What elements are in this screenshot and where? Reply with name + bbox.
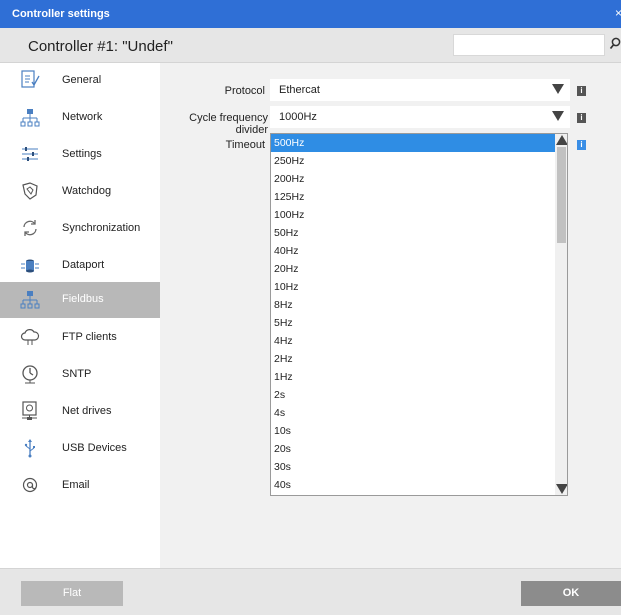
sidebar-item-settings[interactable]: Settings	[0, 137, 160, 173]
sidebar-item-label: Network	[62, 111, 103, 123]
sidebar-item-fieldbus[interactable]: Fieldbus	[0, 282, 160, 318]
sidebar-item-label: Synchronization	[62, 222, 141, 234]
ok-button[interactable]: OK	[521, 581, 621, 606]
fieldbus-icon	[20, 289, 40, 309]
sidebar-item-label: Fieldbus	[62, 293, 104, 305]
flat-button[interactable]: Flat	[21, 581, 123, 606]
sidebar-item-label: USB Devices	[62, 442, 127, 454]
protocol-value: Ethercat	[279, 84, 320, 96]
dropdown-option[interactable]: 8Hz	[271, 296, 555, 314]
settings-sidebar: General Network Settings Watchdog Synchr…	[0, 63, 160, 568]
scroll-down-arrow-icon[interactable]	[556, 484, 567, 494]
watchdog-icon	[20, 181, 40, 201]
controller-title: Controller #1: "Undef"	[28, 38, 173, 55]
sidebar-item-usb-devices[interactable]: USB Devices	[0, 431, 160, 467]
cycle-frequency-info-icon[interactable]: i	[577, 113, 586, 123]
timeout-label: Timeout	[225, 139, 265, 151]
dropdown-option[interactable]: 20Hz	[271, 260, 555, 278]
title-bar: Controller settings ×	[0, 0, 621, 28]
sidebar-item-label: Net drives	[62, 405, 112, 417]
document-check-icon	[20, 70, 40, 90]
timeout-info-icon[interactable]: i	[577, 140, 586, 150]
sidebar-item-watchdog[interactable]: Watchdog	[0, 174, 160, 210]
dropdown-option[interactable]: 4Hz	[271, 332, 555, 350]
usb-icon	[20, 438, 40, 458]
dropdown-option[interactable]: 20s	[271, 440, 555, 458]
dropdown-option[interactable]: 100Hz	[271, 206, 555, 224]
sliders-icon	[20, 144, 40, 164]
search-icon[interactable]	[609, 36, 621, 52]
dropdown-option[interactable]: 10Hz	[271, 278, 555, 296]
sidebar-item-synchronization[interactable]: Synchronization	[0, 211, 160, 247]
network-icon	[20, 107, 40, 127]
dialog-footer: Flat OK	[0, 568, 621, 615]
sidebar-item-email[interactable]: Email	[0, 468, 160, 504]
dropdown-option[interactable]: 200Hz	[271, 170, 555, 188]
window-title: Controller settings	[12, 8, 110, 20]
dropdown-option[interactable]: 10s	[271, 422, 555, 440]
protocol-select[interactable]: Ethercat	[270, 79, 570, 101]
sidebar-item-sntp[interactable]: SNTP	[0, 357, 160, 393]
dropdown-option[interactable]: 500Hz	[271, 134, 555, 152]
cycle-frequency-value: 1000Hz	[279, 111, 317, 123]
cycle-frequency-dropdown-list[interactable]: 500Hz 250Hz 200Hz 125Hz 100Hz 50Hz 40Hz …	[270, 133, 568, 496]
scroll-up-arrow-icon[interactable]	[556, 135, 567, 145]
sidebar-item-dataport[interactable]: Dataport	[0, 248, 160, 284]
chevron-down-icon[interactable]	[552, 84, 564, 94]
dropdown-option[interactable]: 30s	[271, 458, 555, 476]
dropdown-option[interactable]: 40Hz	[271, 242, 555, 260]
dropdown-scrollbar-thumb[interactable]	[557, 147, 566, 243]
ftp-cloud-icon	[20, 327, 40, 347]
sidebar-item-net-drives[interactable]: Net drives	[0, 394, 160, 430]
sidebar-item-label: FTP clients	[62, 331, 117, 343]
chevron-down-icon[interactable]	[552, 111, 564, 121]
dropdown-option[interactable]: 4s	[271, 404, 555, 422]
dropdown-option[interactable]: 2s	[271, 386, 555, 404]
sidebar-item-label: Watchdog	[62, 185, 112, 197]
dropdown-option[interactable]: 40s	[271, 476, 555, 494]
protocol-label: Protocol	[224, 85, 265, 97]
dropdown-option[interactable]: 2Hz	[271, 350, 555, 368]
sidebar-item-label: Email	[62, 479, 90, 491]
sidebar-item-ftp-clients[interactable]: FTP clients	[0, 320, 160, 356]
sidebar-item-label: General	[62, 74, 102, 86]
dropdown-option[interactable]: 50Hz	[271, 224, 555, 242]
sidebar-item-label: SNTP	[62, 368, 92, 380]
close-icon[interactable]: ×	[615, 6, 621, 20]
sidebar-item-label: Settings	[62, 148, 102, 160]
dropdown-option[interactable]: 250Hz	[271, 152, 555, 170]
controller-header: Controller #1: "Undef"	[0, 28, 621, 63]
dropdown-option[interactable]: 5Hz	[271, 314, 555, 332]
search-input[interactable]	[453, 34, 605, 56]
cycle-frequency-select[interactable]: 1000Hz	[270, 106, 570, 128]
protocol-info-icon[interactable]: i	[577, 86, 586, 96]
dropdown-option[interactable]: 125Hz	[271, 188, 555, 206]
sidebar-item-network[interactable]: Network	[0, 100, 160, 136]
net-drive-icon	[20, 401, 40, 421]
sidebar-item-label: Dataport	[62, 259, 105, 271]
cycle-frequency-label: Cycle frequency divider	[189, 112, 268, 136]
dropdown-option[interactable]: 1Hz	[271, 368, 555, 386]
at-icon	[20, 475, 40, 495]
clock-icon	[20, 364, 40, 384]
sync-icon	[20, 218, 40, 238]
sidebar-item-general[interactable]: General	[0, 63, 160, 99]
dataport-icon	[20, 255, 40, 275]
